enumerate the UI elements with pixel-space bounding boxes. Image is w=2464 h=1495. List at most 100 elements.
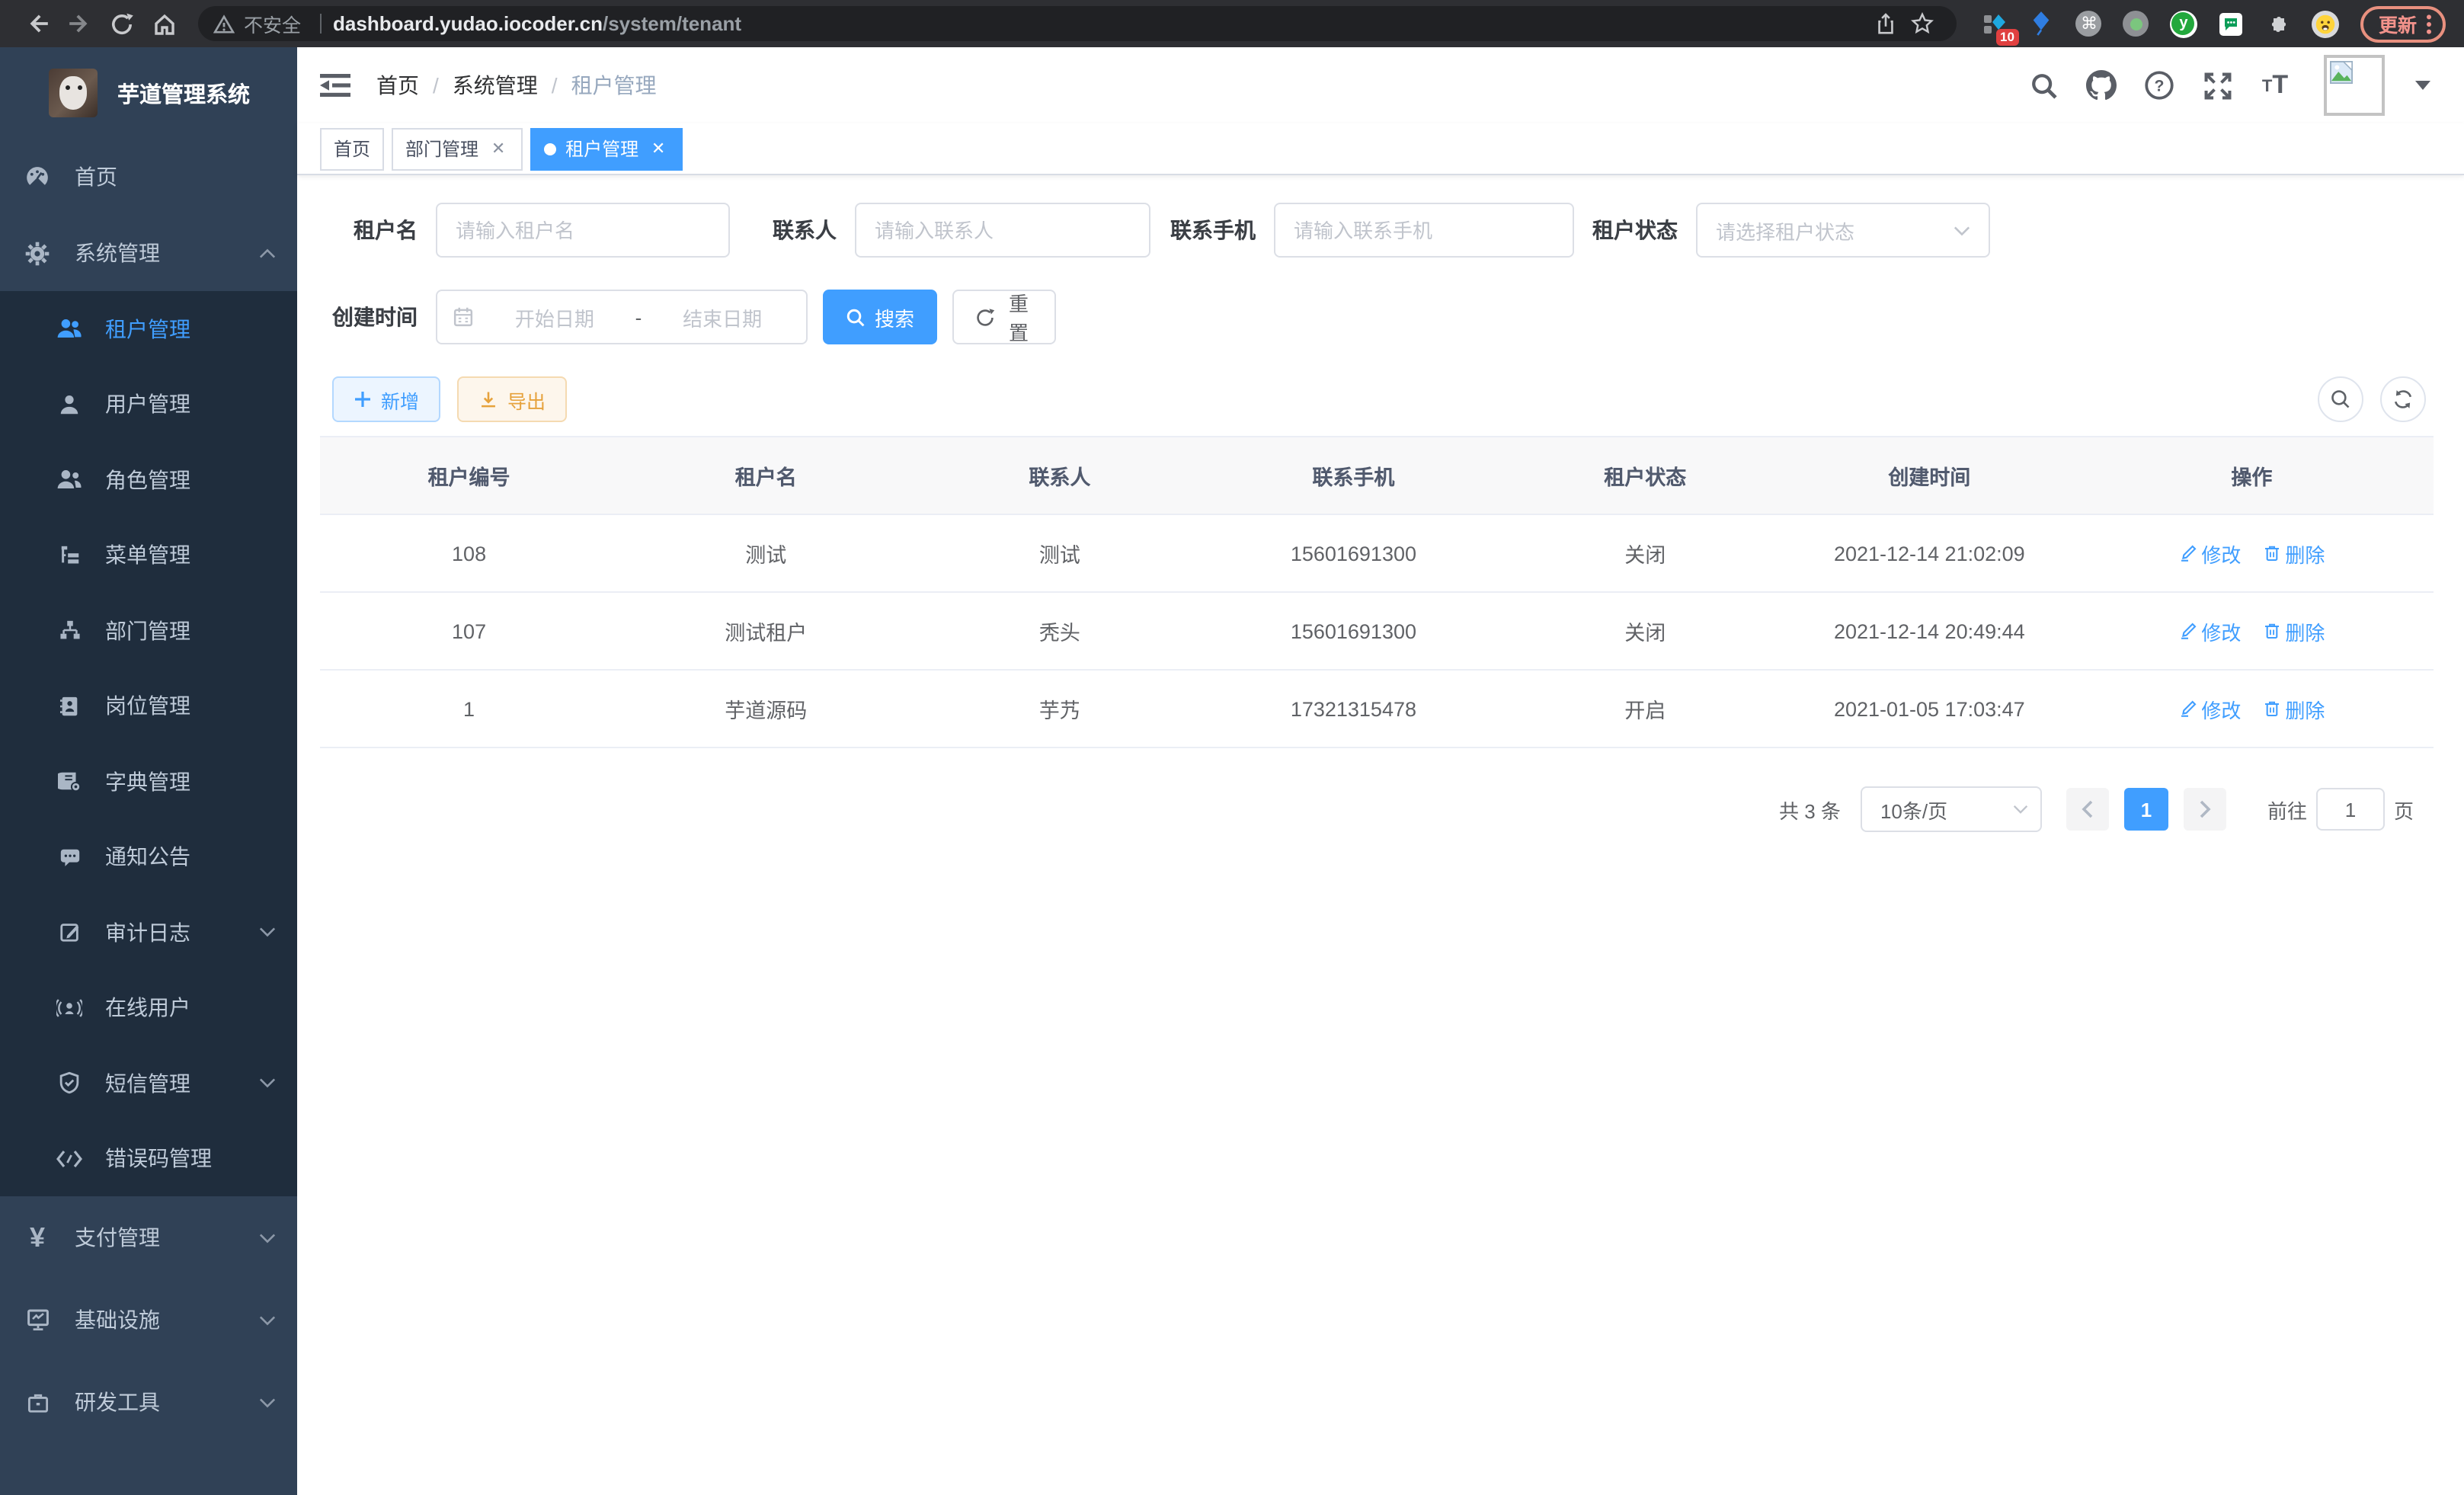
sidebar-item-pay[interactable]: ¥ 支付管理	[0, 1196, 297, 1279]
svg-text:?: ?	[2155, 77, 2165, 95]
extension-chat-button[interactable]	[2217, 10, 2245, 37]
search-icon	[846, 307, 866, 327]
trash-icon	[2262, 544, 2280, 562]
chat-extension-icon	[2219, 11, 2243, 36]
browser-reload-button[interactable]	[104, 5, 140, 42]
cell-mobile: 15601691300	[1205, 592, 1501, 670]
sidebar-item-home[interactable]: 首页	[0, 139, 297, 215]
status-select[interactable]: 请选择租户状态	[1696, 203, 1990, 258]
id-badge-icon	[56, 695, 82, 718]
page-number-current[interactable]: 1	[2124, 788, 2168, 831]
reset-button[interactable]: 重置	[952, 290, 1056, 344]
browser-toolbar: 不安全 dashboard.yudao.iocoder.cn/system/te…	[0, 0, 2464, 47]
github-link-button[interactable]	[2083, 66, 2120, 105]
sidebar-item-label: 在线用户	[105, 993, 276, 1023]
close-icon[interactable]: ✕	[488, 138, 509, 159]
dashboard-icon	[24, 164, 50, 190]
address-bar[interactable]: 不安全 dashboard.yudao.iocoder.cn/system/te…	[198, 6, 1957, 41]
font-size-button[interactable]: TT	[2257, 66, 2293, 105]
close-icon[interactable]: ✕	[648, 138, 669, 159]
delete-link[interactable]: 删除	[2262, 616, 2325, 645]
tab-tenant[interactable]: 租户管理✕	[530, 127, 683, 170]
extension-command-button[interactable]: ⌘	[2075, 10, 2103, 37]
sidebar-item-user[interactable]: 用户管理	[0, 367, 297, 442]
date-end-placeholder[interactable]: 结束日期	[654, 303, 791, 331]
page-size-select[interactable]: 10条/页	[1861, 786, 2042, 832]
sidebar-item-dept[interactable]: 部门管理	[0, 593, 297, 668]
screen: 不安全 dashboard.yudao.iocoder.cn/system/te…	[0, 0, 2464, 1495]
chevron-down-icon	[259, 1078, 276, 1089]
date-start-placeholder[interactable]: 开始日期	[486, 303, 623, 331]
refresh-table-button[interactable]	[2380, 376, 2426, 422]
edit-link[interactable]: 修改	[2178, 616, 2241, 645]
app-logo-header[interactable]: 芋道管理系统	[0, 47, 297, 139]
next-page-button[interactable]	[2184, 788, 2226, 831]
share-button[interactable]	[1868, 5, 1905, 42]
browser-update-button[interactable]: 更新	[2360, 5, 2446, 42]
chevron-down-icon	[259, 927, 276, 938]
edit-link[interactable]: 修改	[2178, 694, 2241, 723]
breadcrumb-system[interactable]: 系统管理	[453, 70, 538, 101]
delete-link[interactable]: 删除	[2262, 694, 2325, 723]
table-row: 107 测试租户 秃头 15601691300 关闭 2021-12-14 20…	[320, 592, 2434, 670]
sidebar-item-devtools[interactable]: 研发工具	[0, 1361, 297, 1443]
delete-link[interactable]: 删除	[2262, 539, 2325, 568]
sidebar-item-audit-log[interactable]: 审计日志	[0, 895, 297, 970]
tenant-page: 租户名 联系人 联系手机 租户状态 请选择租户状态 创建时间	[297, 175, 2464, 1495]
sidebar-item-post[interactable]: 岗位管理	[0, 668, 297, 744]
sidebar-item-dict[interactable]: 字典管理	[0, 744, 297, 819]
cell-created: 2021-01-05 17:03:47	[1789, 670, 2070, 748]
extension-record-button[interactable]	[2123, 10, 2150, 37]
tab-dept[interactable]: 部门管理✕	[392, 127, 523, 170]
prev-page-button[interactable]	[2066, 788, 2109, 831]
sidebar-item-role[interactable]: 角色管理	[0, 442, 297, 517]
breadcrumb-home[interactable]: 首页	[376, 70, 419, 101]
date-range-picker[interactable]: 开始日期 - 结束日期	[436, 290, 808, 344]
security-label[interactable]: 不安全	[244, 9, 301, 38]
org-chart-icon	[56, 619, 82, 642]
mobile-input[interactable]	[1274, 203, 1574, 258]
sidebar-item-label: 基础设施	[75, 1305, 235, 1335]
sidebar-item-error-code[interactable]: 错误码管理	[0, 1121, 297, 1196]
browser-back-button[interactable]	[18, 5, 55, 42]
sidebar-item-menu[interactable]: 菜单管理	[0, 517, 297, 593]
sidebar-item-notice[interactable]: 通知公告	[0, 819, 297, 895]
url-host: dashboard.yudao.iocoder.cn	[333, 12, 603, 35]
browser-home-button[interactable]	[146, 5, 183, 42]
add-button-label: 新增	[381, 385, 419, 414]
extensions-menu-button[interactable]	[2264, 10, 2292, 37]
message-icon	[56, 846, 82, 869]
bookmark-button[interactable]	[1905, 5, 1941, 42]
toggle-search-button[interactable]	[2318, 376, 2363, 422]
extension-kite-button[interactable]	[2028, 10, 2056, 37]
help-button[interactable]: ?	[2141, 66, 2178, 105]
navbar: 首页 / 系统管理 / 租户管理 ? TT	[297, 47, 2464, 123]
profile-avatar-button[interactable]	[2312, 10, 2339, 37]
tab-home[interactable]: 首页	[320, 127, 384, 170]
avatar-caret-icon[interactable]	[2415, 81, 2430, 90]
sidebar-item-online-user[interactable]: 在线用户	[0, 970, 297, 1045]
add-button[interactable]: 新增	[332, 376, 440, 422]
extension-tabs-button[interactable]: 10	[1981, 10, 2008, 37]
tenant-name-input[interactable]	[436, 203, 730, 258]
goto-label: 前往	[2267, 795, 2307, 824]
goto-page-input[interactable]	[2316, 788, 2385, 831]
export-button[interactable]: 导出	[457, 376, 567, 422]
extension-y-button[interactable]: y	[2170, 10, 2197, 37]
contact-input[interactable]	[855, 203, 1150, 258]
sidebar-item-tenant[interactable]: 租户管理	[0, 291, 297, 367]
fullscreen-button[interactable]	[2199, 66, 2235, 105]
user-avatar[interactable]	[2324, 55, 2385, 116]
search-button[interactable]: 搜索	[823, 290, 937, 344]
kebab-menu-icon[interactable]	[2426, 13, 2432, 34]
sidebar-item-infra[interactable]: 基础设施	[0, 1279, 297, 1361]
table-row: 1 芋道源码 芋艿 17321315478 开启 2021-01-05 17:0…	[320, 670, 2434, 748]
header-search-button[interactable]	[2025, 66, 2062, 105]
sidebar-item-label: 岗位管理	[105, 691, 276, 722]
sidebar-item-sms[interactable]: 短信管理	[0, 1045, 297, 1121]
chevron-down-icon	[1954, 225, 1970, 235]
edit-link[interactable]: 修改	[2178, 539, 2241, 568]
browser-forward-button[interactable]	[61, 5, 98, 42]
sidebar-toggle-button[interactable]	[320, 70, 350, 101]
sidebar-item-system[interactable]: 系统管理	[0, 215, 297, 291]
